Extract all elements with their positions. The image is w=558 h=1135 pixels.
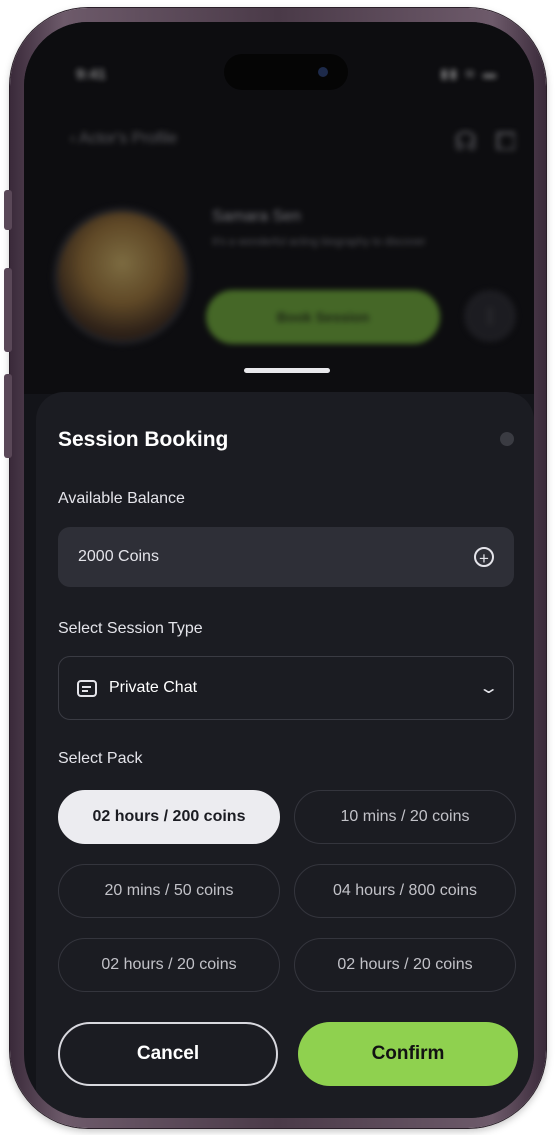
background-profile: 9:41 ▮▮ ≋ ▬ ‹ Actor's Profile ☊ ⧠ Samara…	[24, 22, 534, 394]
book-session-button[interactable]: Book Session	[206, 290, 440, 344]
pack-option[interactable]: 20 mins / 50 coins	[58, 864, 280, 918]
phone-volume-up	[4, 268, 12, 352]
nav-action-icons: ☊ ⧠	[454, 126, 516, 158]
more-options-button[interactable]: ⋮	[464, 290, 516, 342]
balance-field: 2000 Coins +	[58, 527, 514, 587]
pack-option[interactable]: 02 hours / 20 coins	[58, 938, 280, 992]
profile-name: Samara Sen	[212, 208, 301, 225]
phone-screen: 9:41 ▮▮ ≋ ▬ ‹ Actor's Profile ☊ ⧠ Samara…	[24, 22, 534, 1118]
session-booking-sheet: Session Booking Available Balance 2000 C…	[36, 392, 534, 1118]
close-icon[interactable]	[500, 432, 514, 446]
phone-side-button	[4, 190, 12, 230]
pack-option[interactable]: 02 hours / 200 coins	[58, 790, 280, 844]
sheet-title: Session Booking	[58, 428, 229, 451]
session-type-select[interactable]: Private Chat ⌄	[58, 656, 514, 720]
session-type-label: Select Session Type	[58, 620, 203, 637]
balance-label: Available Balance	[58, 490, 185, 507]
balance-value: 2000 Coins	[78, 548, 159, 565]
profile-bio: It's a wonderful acting biography to dis…	[212, 236, 426, 248]
pack-label: Select Pack	[58, 750, 143, 767]
session-type-value: Private Chat	[109, 679, 198, 696]
pack-option[interactable]: 04 hours / 800 coins	[294, 864, 516, 918]
sheet-grab-handle[interactable]	[244, 368, 330, 373]
back-nav[interactable]: ‹ Actor's Profile	[70, 130, 177, 148]
phone-volume-down	[4, 374, 12, 458]
bookmark-icon[interactable]: ⧠	[495, 126, 516, 158]
avatar	[58, 212, 186, 340]
confirm-button[interactable]: Confirm	[298, 1022, 518, 1086]
status-time: 9:41	[76, 66, 107, 83]
chevron-down-icon: ⌄	[477, 680, 500, 697]
cancel-button[interactable]: Cancel	[58, 1022, 278, 1086]
add-coins-icon[interactable]: +	[474, 547, 494, 568]
dynamic-island	[224, 54, 348, 90]
pack-option[interactable]: 10 mins / 20 coins	[294, 790, 516, 844]
pack-option[interactable]: 02 hours / 20 coins	[294, 938, 516, 992]
status-icons: ▮▮ ≋ ▬	[440, 66, 498, 81]
headset-icon[interactable]: ☊	[454, 126, 477, 158]
chat-icon	[77, 679, 97, 697]
